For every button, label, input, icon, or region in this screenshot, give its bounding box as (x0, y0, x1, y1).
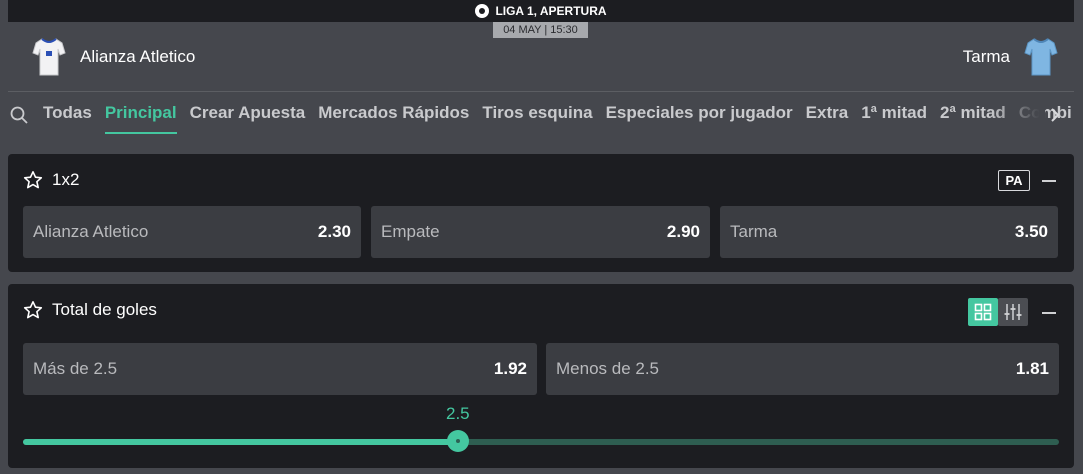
tab-primera-mitad[interactable]: 1ª mitad (861, 103, 927, 134)
minus-icon[interactable] (1042, 312, 1056, 314)
market-title: Total de goles (52, 300, 157, 319)
grid-icon (974, 303, 992, 321)
outcome-label: Empate (381, 222, 440, 241)
odds-button-home[interactable]: Alianza Atletico 2.30 (23, 206, 361, 258)
outcome-odds: 2.90 (666, 222, 700, 241)
match-datetime: 04 MAY | 15:30 (493, 22, 588, 38)
tab-principal[interactable]: Principal (104, 103, 177, 134)
outcome-label: Más de 2.5 (33, 359, 118, 378)
star-icon[interactable] (23, 170, 43, 190)
minus-icon[interactable] (1042, 180, 1056, 182)
home-team-name: Alianza Atletico (80, 47, 196, 66)
star-icon[interactable] (23, 300, 43, 320)
outcome-label: Alianza Atletico (33, 222, 149, 241)
tab-tiros-esquina[interactable]: Tiros esquina (482, 103, 592, 134)
league-bar: LIGA 1, APERTURA (8, 0, 1074, 22)
tab-especiales-jugador[interactable]: Especiales por jugador (606, 103, 793, 134)
outcome-odds: 1.92 (493, 359, 527, 378)
line-value: 2.5 (446, 404, 470, 423)
tab-extra[interactable]: Extra (806, 103, 849, 134)
odds-button-under[interactable]: Menos de 2.5 1.81 (546, 343, 1059, 395)
line-slider-track[interactable] (23, 439, 1059, 445)
line-slider-fill (23, 439, 458, 445)
home-team: Alianza Atletico (32, 37, 195, 77)
tab-todas[interactable]: Todas (43, 103, 92, 134)
outcome-label: Menos de 2.5 (556, 359, 660, 378)
away-team-name: Tarma (962, 47, 1010, 66)
odds-button-draw[interactable]: Empate 2.90 (371, 206, 710, 258)
search-icon[interactable] (10, 106, 28, 124)
league-name: LIGA 1, APERTURA (495, 4, 607, 18)
line-slider-thumb[interactable] (447, 430, 469, 452)
soccer-ball-icon (475, 4, 490, 18)
away-shirt-icon (1024, 38, 1058, 76)
tab-mercados-rapidos[interactable]: Mercados Rápidos (318, 103, 469, 134)
tab-crear-apuesta[interactable]: Crear Apuesta (190, 103, 306, 134)
market-title: 1x2 (52, 170, 80, 189)
market-total-goles: Total de goles Más de 2.5 1.92 Menos de … (8, 284, 1074, 468)
outcome-odds: 3.50 (1014, 222, 1048, 241)
chevron-right-icon[interactable] (1046, 106, 1064, 124)
market-tabs: Todas Principal Crear Apuesta Mercados R… (0, 94, 1083, 138)
outcome-odds: 1.81 (1015, 359, 1049, 378)
tabs-fade (990, 94, 1045, 138)
market-1x2: 1x2 PA Alianza Atletico 2.30 Empate 2.90… (8, 154, 1074, 272)
outcome-label: Tarma (730, 222, 778, 241)
pa-badge[interactable]: PA (998, 170, 1030, 191)
grid-view-button[interactable] (968, 298, 998, 326)
odds-button-over[interactable]: Más de 2.5 1.92 (23, 343, 537, 395)
odds-button-away[interactable]: Tarma 3.50 (720, 206, 1058, 258)
slider-view-button[interactable] (998, 298, 1028, 326)
away-team: Tarma (963, 37, 1058, 77)
outcome-odds: 2.30 (317, 222, 351, 241)
sliders-icon (1004, 304, 1022, 320)
home-shirt-icon (32, 38, 66, 76)
tab-list: Todas Principal Crear Apuesta Mercados R… (43, 103, 1072, 134)
